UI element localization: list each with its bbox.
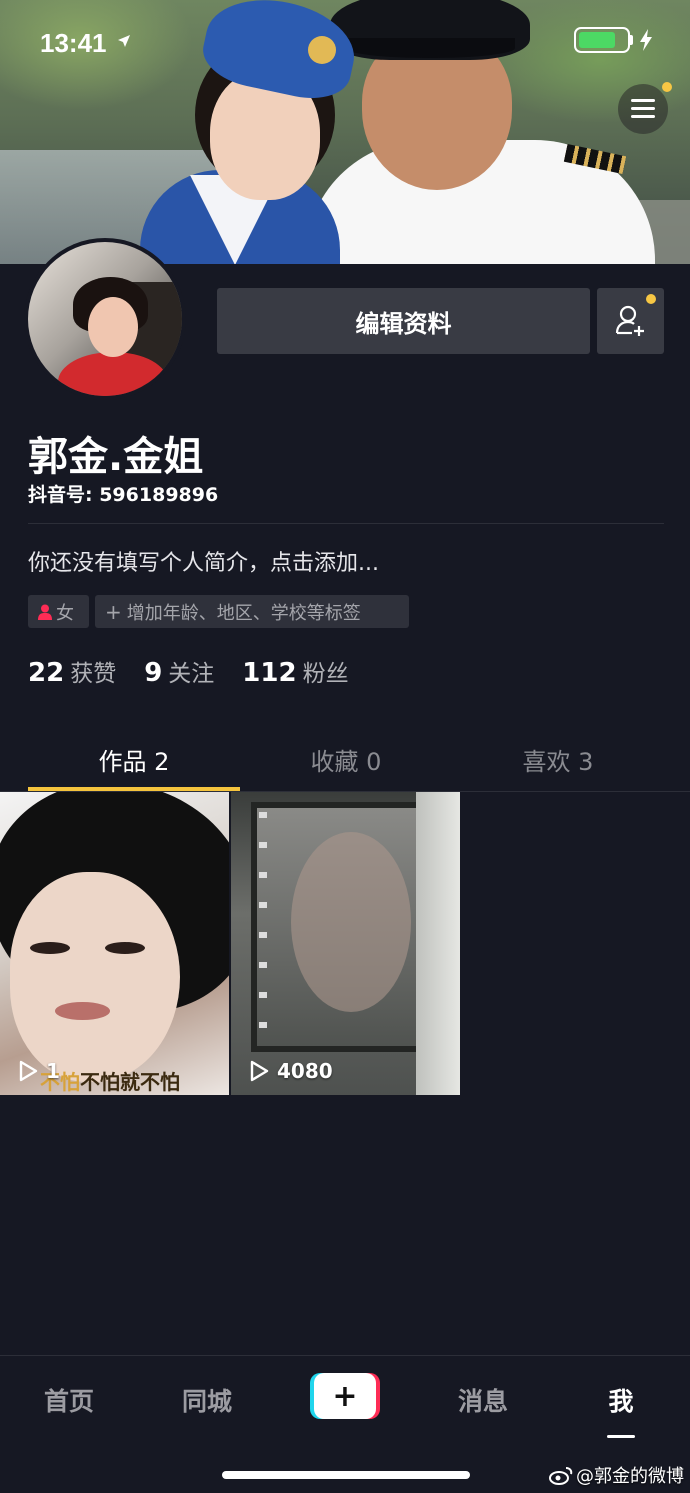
tab-favorites[interactable]: 收藏 0 [231, 726, 461, 792]
video-1-face [10, 872, 180, 1082]
edit-profile-button[interactable]: 编辑资料 [217, 288, 590, 354]
add-friend-notification-dot [646, 294, 656, 304]
video-1-lips [55, 1002, 110, 1020]
charging-bolt-icon [640, 29, 652, 51]
douyin-id[interactable]: 抖音号: 596189896 [28, 480, 218, 507]
cover-hat-badge [308, 36, 336, 64]
video-1-eye [105, 942, 145, 954]
create-button[interactable]: + [310, 1373, 380, 1419]
menu-button[interactable] [618, 84, 668, 134]
battery-icon [574, 27, 630, 53]
video-2-camera-body [416, 792, 460, 1095]
watermark: @郭金的微博 [548, 1462, 684, 1488]
add-tags-label: 增加年龄、地区、学校等标签 [126, 602, 361, 624]
plus-icon: + [314, 1373, 376, 1419]
stat-likes-label: 获赞 [70, 661, 117, 687]
battery-level [579, 32, 615, 48]
tab-works[interactable]: 作品 2 [19, 726, 249, 792]
stat-following-count: 9 [144, 658, 163, 688]
stat-followers-count: 112 [242, 658, 297, 688]
home-indicator[interactable] [222, 1471, 470, 1479]
play-count: 1 [18, 1059, 60, 1083]
content-tabs: 作品 2 收藏 0 喜欢 3 [0, 726, 690, 792]
video-subtitle: 不怕不怕就不怕 [40, 1066, 180, 1095]
nav-active-indicator [607, 1435, 635, 1438]
menu-notification-dot [662, 82, 672, 92]
play-count: 4080 [249, 1059, 333, 1083]
hamburger-icon-line [631, 115, 655, 118]
hamburger-icon-line [631, 107, 655, 110]
profile-page: 13:41 编辑资料 郭金.金姐 抖音号: 596189896 你还没有填写个人… [0, 0, 690, 1493]
location-arrow-icon [118, 35, 130, 47]
gender-tag-label: 女 [56, 602, 74, 624]
play-icon [19, 1060, 38, 1082]
video-1-eye [30, 942, 70, 954]
stat-following[interactable]: 9 关注 [144, 654, 214, 688]
avatar-face [88, 297, 138, 357]
stat-likes-count: 22 [28, 658, 65, 688]
stat-following-label: 关注 [168, 661, 215, 687]
divider [28, 523, 664, 524]
nav-me[interactable]: 我 [552, 1382, 690, 1418]
nav-messages[interactable]: 消息 [414, 1382, 552, 1418]
add-friend-button[interactable] [597, 288, 664, 354]
plus-icon: + [105, 599, 122, 624]
add-user-icon [615, 305, 644, 336]
battery-tip [629, 35, 633, 45]
nav-nearby[interactable]: 同城 [138, 1382, 276, 1418]
status-time: 13:41 [40, 28, 107, 58]
stat-followers[interactable]: 112 粉丝 [242, 654, 348, 688]
avatar-image [28, 242, 182, 396]
stat-followers-label: 粉丝 [302, 661, 349, 687]
nav-home[interactable]: 首页 [0, 1382, 138, 1418]
add-tags-button[interactable]: + 增加年龄、地区、学校等标签 [95, 595, 409, 628]
gender-tag[interactable]: 女 [28, 595, 89, 628]
play-icon [250, 1060, 269, 1082]
play-count-value: 4080 [277, 1059, 333, 1083]
video-thumbnail[interactable]: 4080 [231, 792, 460, 1095]
video-2-face [291, 832, 411, 1012]
play-count-value: 1 [46, 1059, 60, 1083]
stats-row: 22 获赞 9 关注 112 粉丝 [28, 654, 377, 688]
cover-figure-man-visor [345, 38, 515, 58]
avatar[interactable] [24, 238, 186, 400]
bio-placeholder[interactable]: 你还没有填写个人简介，点击添加... [28, 545, 379, 577]
hamburger-icon [631, 99, 655, 102]
weibo-icon [549, 1467, 573, 1485]
nickname: 郭金.金姐 [28, 434, 204, 480]
female-user-icon [38, 604, 52, 620]
tab-likes[interactable]: 喜欢 3 [443, 726, 673, 792]
video-subtitle-rest: 不怕就不怕 [80, 1070, 180, 1094]
video-thumbnail[interactable]: 不怕不怕就不怕 1 [0, 792, 229, 1095]
stat-likes[interactable]: 22 获赞 [28, 654, 116, 688]
watermark-text: @郭金的微博 [576, 1466, 684, 1487]
video-2-film-dots [259, 812, 267, 1042]
